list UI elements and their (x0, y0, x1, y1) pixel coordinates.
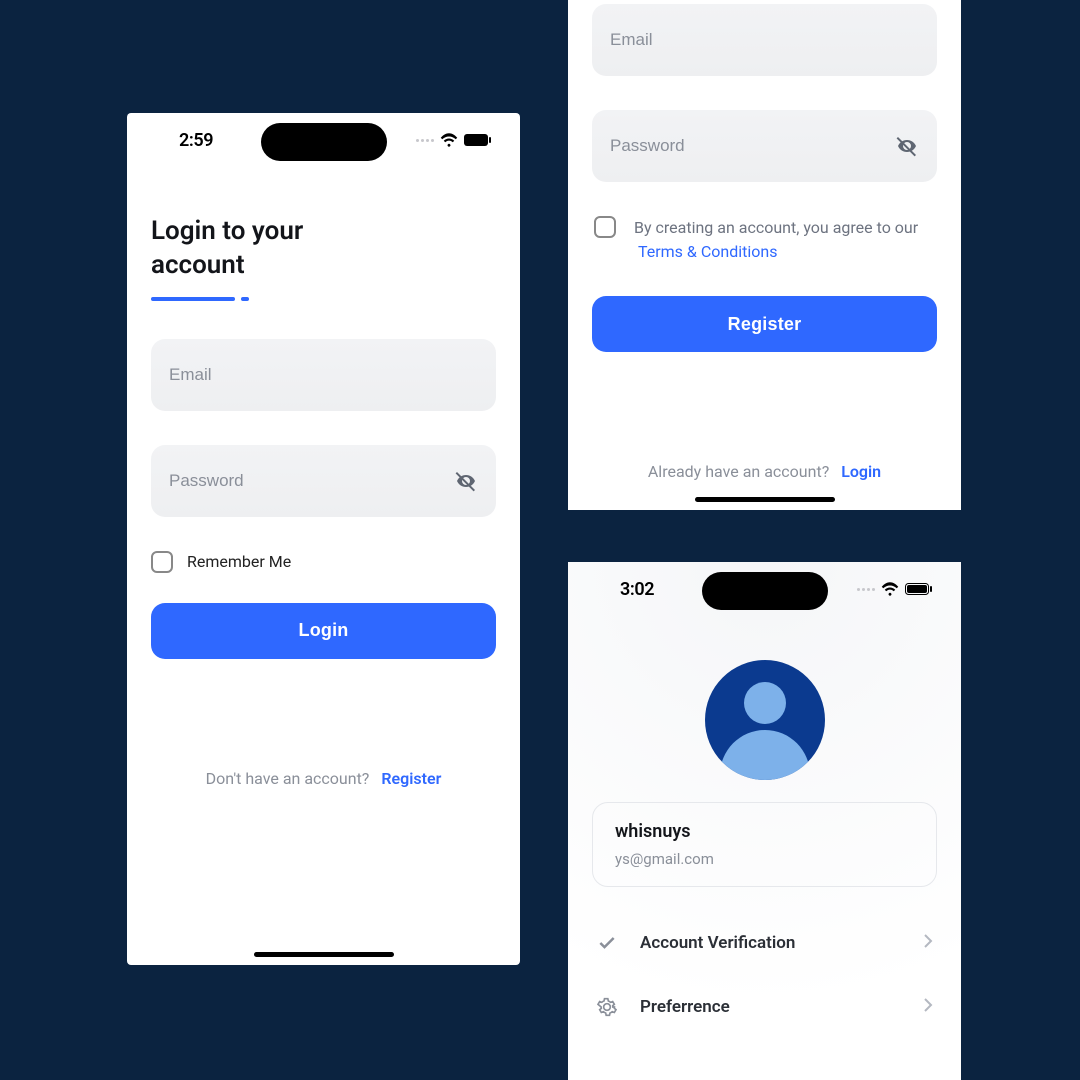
title-underline (151, 297, 496, 301)
battery-icon (464, 133, 492, 147)
login-screen: 2:59 Login to your account Remember Me L… (127, 113, 520, 965)
home-indicator (695, 497, 835, 502)
email-field-wrapper (592, 4, 937, 76)
status-time: 3:02 (620, 579, 654, 600)
row-label: Preferrence (640, 997, 901, 1017)
terms-text: By creating an account, you agree to our… (634, 216, 937, 264)
row-account-verification[interactable]: Account Verification (568, 911, 961, 975)
home-indicator (254, 952, 394, 957)
wifi-icon (881, 582, 899, 596)
email-field-wrapper (151, 339, 496, 411)
no-account-line: Don't have an account? Register (127, 769, 520, 788)
status-icons (416, 133, 492, 147)
remember-me-row[interactable]: Remember Me (151, 551, 496, 573)
password-field[interactable] (169, 471, 454, 491)
login-button[interactable]: Login (151, 603, 496, 659)
status-bar: 3:02 (568, 562, 961, 616)
avatar[interactable] (705, 660, 825, 780)
profile-email: ys@gmail.com (615, 850, 914, 868)
terms-row: By creating an account, you agree to our… (594, 216, 937, 264)
status-time: 2:59 (179, 130, 213, 151)
agree-text: By creating an account, you agree to our (634, 218, 918, 237)
page-title: Login to your account (151, 215, 351, 283)
gear-icon (596, 997, 618, 1017)
status-bar: 2:59 (127, 113, 520, 167)
toggle-password-visibility-icon[interactable] (895, 134, 919, 158)
cellular-icon (416, 139, 434, 142)
row-preference[interactable]: Preferrence (568, 975, 961, 1039)
already-account-line: Already have an account? Login (568, 462, 961, 481)
check-icon (596, 933, 618, 953)
profile-card: whisnuys ys@gmail.com (592, 802, 937, 887)
remember-me-label: Remember Me (187, 552, 291, 571)
battery-icon (905, 582, 933, 596)
notch (261, 123, 387, 161)
terms-link[interactable]: Terms & Conditions (638, 242, 778, 261)
register-link[interactable]: Register (381, 769, 441, 788)
wifi-icon (440, 133, 458, 147)
toggle-password-visibility-icon[interactable] (454, 469, 478, 493)
register-button[interactable]: Register (592, 296, 937, 352)
remember-me-checkbox[interactable] (151, 551, 173, 573)
profile-username: whisnuys (615, 821, 914, 842)
status-icons (857, 582, 933, 596)
email-field[interactable] (610, 30, 919, 50)
notch (702, 572, 828, 610)
chevron-right-icon (923, 997, 933, 1017)
password-field-wrapper (151, 445, 496, 517)
terms-checkbox[interactable] (594, 216, 616, 238)
password-field-wrapper (592, 110, 937, 182)
no-account-text: Don't have an account? (206, 769, 370, 788)
register-screen: By creating an account, you agree to our… (568, 0, 961, 510)
password-field[interactable] (610, 136, 895, 156)
avatar-container (568, 660, 961, 780)
email-field[interactable] (169, 365, 478, 385)
chevron-right-icon (923, 933, 933, 953)
login-link[interactable]: Login (841, 462, 881, 481)
cellular-icon (857, 588, 875, 591)
row-label: Account Verification (640, 933, 901, 953)
profile-screen: 3:02 whisnuys ys@gmail.com Account Verif… (568, 562, 961, 1080)
already-text: Already have an account? (648, 462, 829, 481)
